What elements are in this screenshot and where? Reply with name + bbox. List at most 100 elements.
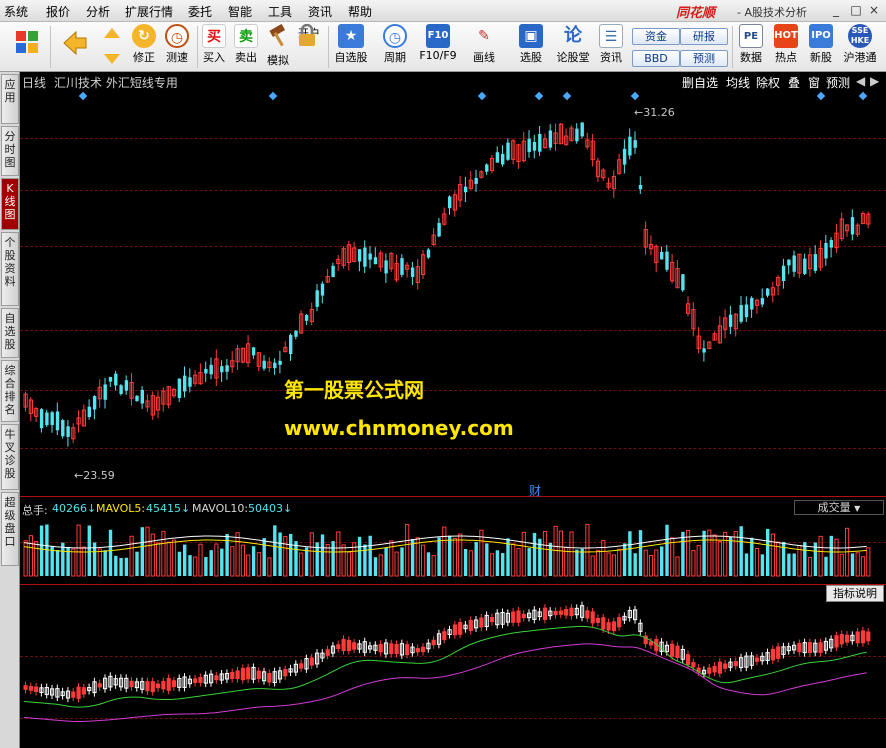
indicator-body [558,610,563,615]
volume-bar [829,535,833,576]
indicator-body [352,642,357,650]
forecast-button[interactable]: 预测 [680,50,728,67]
kline-chart[interactable] [20,72,886,748]
forum-button[interactable]: 论 论股堂 [553,24,593,70]
volume-bar [198,543,203,577]
hk-connect-button[interactable]: SSE HKE 沪港通 [840,24,880,70]
candle-body [103,384,107,400]
open-account-button[interactable]: 开户 [295,24,323,70]
candle-body [575,128,579,142]
brand-logo: 同花顺 [676,6,716,21]
indicator-body [299,663,304,669]
indicator-body [76,686,81,699]
indicator-body [489,617,495,623]
chart-area[interactable]: 日线 汇川技术 外汇短线专用 删自选 均线 除权 叠 窗 预测 ◀ ▶ ←31.… [20,72,886,748]
star-folder-icon: ★ [338,24,364,48]
indicator-body [246,667,251,680]
sidebar-tab-superboard[interactable]: 超级盘口 [1,492,19,566]
candle-body [792,255,796,272]
candle-body [87,406,91,418]
menu-news[interactable]: 资讯 [308,3,332,20]
indicator-body [346,639,351,652]
bbd-button[interactable]: BBD [632,50,680,67]
minimize-button[interactable]: _ [828,2,844,18]
data-button[interactable]: PE 数据 [736,24,766,70]
sidebar-tab-diagnose[interactable]: 牛叉诊股 [1,424,19,490]
sidebar-tab-profile[interactable]: 个股资料 [1,232,19,306]
menu-quote[interactable]: 报价 [46,3,70,20]
volume-bar [803,542,807,576]
sell-button[interactable]: 卖 卖出 [232,24,260,70]
finance-event-marker[interactable]: 财 [529,482,541,499]
candle-body [728,314,733,327]
volume-bar [39,525,44,576]
volume-bar [331,541,335,576]
menu-analysis[interactable]: 分析 [86,3,110,20]
indicator-body [611,621,616,632]
menu-extended[interactable]: 扩展行情 [125,3,173,20]
news-button[interactable]: ☰ 资讯 [594,24,628,70]
indicator-body [564,608,569,616]
indicator-explain-button[interactable]: 指标说明 [826,585,884,602]
indicator-selector[interactable]: 成交量 ▼ [794,500,884,515]
f10-button[interactable]: F10 F10/F9 [418,24,458,70]
candle-body [633,140,637,148]
menu-trade[interactable]: 委托 [188,3,212,20]
sidebar-tab-apps[interactable]: 应用 [1,74,19,124]
sidebar-tab-kline[interactable]: K线图 [1,178,19,230]
fund-flow-button[interactable]: 资金 [632,28,680,45]
ipo-button[interactable]: IPO 新股 [806,24,836,70]
volume-bar [336,531,341,577]
volume-bar [251,546,256,576]
indicator-body [256,670,261,679]
volume-bar [702,530,706,576]
indicator-body [468,619,473,632]
fix-button[interactable]: ↻ 修正 [128,24,160,70]
menu-system[interactable]: 系统 [4,3,28,20]
volume-bar [304,547,309,576]
windows-grid-button[interactable] [10,24,44,70]
indicator-body [415,647,420,653]
indicator-body [606,622,611,631]
simulate-button[interactable]: 模拟 [264,23,292,70]
watchlist-button[interactable]: ★ 自选股 [331,24,371,70]
menu-help[interactable]: 帮助 [348,3,372,20]
hot-button[interactable]: HOT 热点 [771,24,801,70]
indicator-body [855,631,860,644]
candle-body [501,153,505,165]
back-button[interactable] [58,24,92,70]
news-icon: ☰ [599,24,623,48]
close-button[interactable]: × [866,2,882,18]
volume-bar [489,553,495,577]
watermark-title: 第一股票公式网 [284,378,424,402]
volume-bar [839,553,844,577]
volume-bar [542,531,548,577]
volume-bar [55,549,60,576]
buy-button[interactable]: 买 买入 [200,24,228,70]
research-button[interactable]: 研报 [680,28,728,45]
period-button[interactable]: ◷ 周期 [375,24,415,70]
volume-bar [660,546,664,576]
updown-button[interactable] [100,24,124,70]
indicator-body [712,665,717,673]
indicator-body [670,643,675,657]
maximize-button[interactable]: □ [848,2,864,18]
indicator-body [542,607,548,620]
volume-bar [723,531,728,577]
indicator-body [585,610,590,619]
menu-smart[interactable]: 智能 [228,3,252,20]
volume-bar [558,530,563,577]
volume-bar [431,555,436,577]
sidebar-tab-watchlist[interactable]: 自选股 [1,308,19,358]
period-clock-icon: ◷ [383,24,407,48]
menu-tools[interactable]: 工具 [268,3,292,20]
speedtest-button[interactable]: ◷ 测速 [161,24,193,70]
indicator-body [267,672,272,683]
screener-button[interactable]: ▣ 选股 [510,24,552,70]
volume-bar [71,548,76,577]
sidebar-tab-timeshare[interactable]: 分时图 [1,126,19,176]
sidebar-tab-ranking[interactable]: 综合排名 [1,360,19,422]
draw-line-button[interactable]: ✎ 画线 [462,24,506,70]
indicator-body [834,635,839,648]
indicator-body [590,611,595,624]
